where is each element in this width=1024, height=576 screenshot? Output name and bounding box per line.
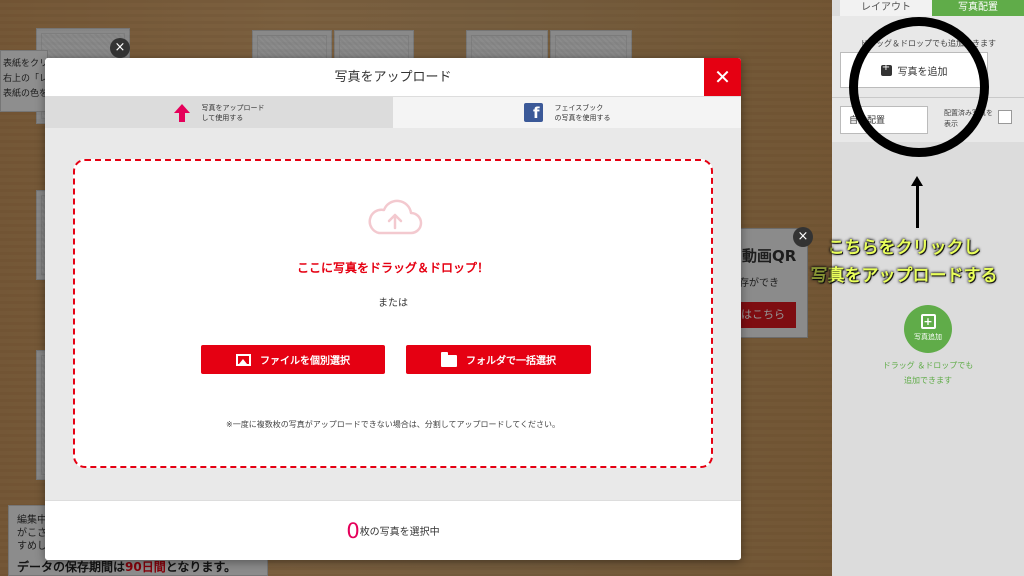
select-files-button[interactable]: ファイルを個別選択 [201,345,385,374]
selected-count-number: 0 [346,519,360,543]
upload-source-tabs: 写真をアップロード して使用する f フェイスブック の写真を使用する [45,97,741,128]
dialog-title: 写真をアップロード [334,70,452,85]
show-placed-checkbox[interactable] [998,110,1012,124]
upload-arrow-icon [173,103,190,122]
tab-facebook-line2: の写真を使用する [554,113,611,122]
add-photo-circle-label: 写真追加 [914,333,942,341]
dialog-header: 写真をアップロード ✕ [45,58,741,97]
upload-dialog: 写真をアップロード ✕ 写真をアップロード して使用する f フェイスブック の… [45,58,741,560]
close-icon[interactable]: × [793,227,813,247]
tab-upload-line1: 写真をアップロード [201,103,265,112]
drop-zone-or: または [378,298,408,309]
dialog-footer: 0枚の写真を選択中 [45,500,741,560]
tab-facebook-line1: フェイスブック [554,103,604,112]
select-files-label: ファイルを個別選択 [260,356,350,367]
selected-count-label: 枚の写真を選択中 [359,527,440,538]
drop-zone[interactable]: ここに写真をドラッグ＆ドロップ！ または ファイルを個別選択 フォルダで一括選択… [73,159,713,468]
cloud-upload-icon [368,199,423,235]
facebook-icon: f [523,103,543,122]
highlight-circle [849,17,989,157]
close-icon[interactable]: × [110,38,130,58]
drop-zone-title: ここに写真をドラッグ＆ドロップ！ [296,261,489,275]
folder-icon [441,351,457,367]
upload-note: ※一度に複数枚の写真がアップロードできない場合は、分割してアップロードしてくださ… [226,420,560,429]
image-icon [236,353,251,366]
close-button[interactable]: ✕ [704,58,741,96]
tab-photo-placement[interactable]: 写真配置 [932,0,1024,16]
selected-count: 0枚の写真を選択中 [45,501,741,560]
tab-facebook[interactable]: f フェイスブック の写真を使用する [393,97,741,128]
tab-upload[interactable]: 写真をアップロード して使用する [45,97,393,128]
drag-drop-note: ドラッグ ＆ドロップでも 追加できます [882,361,974,385]
plus-icon: + [920,314,936,329]
select-folder-label: フォルダで一括選択 [466,356,556,367]
tab-upload-line2: して使用する [201,113,244,122]
select-folder-button[interactable]: フォルダで一括選択 [406,345,591,374]
arrow-line [916,182,919,228]
tab-layout[interactable]: レイアウト [840,0,932,16]
add-photo-circle-button[interactable]: + 写真追加 [904,305,952,353]
